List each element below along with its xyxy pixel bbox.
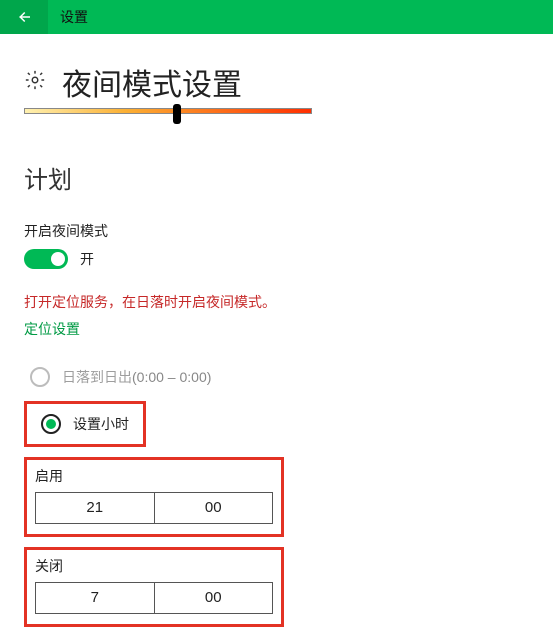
radio-sunset[interactable] bbox=[30, 367, 50, 387]
location-settings-link[interactable]: 定位设置 bbox=[24, 319, 80, 339]
page-title: 夜间模式设置 bbox=[62, 60, 242, 104]
arrow-left-icon bbox=[15, 8, 33, 26]
toggle-knob bbox=[51, 252, 65, 266]
time-off-minute[interactable]: 00 bbox=[155, 582, 274, 614]
toggle-state-label: 开 bbox=[80, 249, 94, 269]
radio-manual[interactable] bbox=[41, 414, 61, 434]
time-off-block: 关闭 7 00 bbox=[24, 547, 284, 627]
enable-night-mode-label: 开启夜间模式 bbox=[24, 221, 529, 241]
time-off-hour[interactable]: 7 bbox=[35, 582, 155, 614]
location-warning-text: 打开定位服务，在日落时开启夜间模式。 bbox=[24, 293, 529, 313]
radio-sunset-label: 日落到日出(0:00 – 0:00) bbox=[62, 367, 211, 387]
time-on-minute[interactable]: 00 bbox=[155, 492, 274, 524]
back-button[interactable] bbox=[0, 0, 48, 34]
radio-manual-row[interactable]: 设置小时 bbox=[35, 410, 135, 438]
app-header: 设置 bbox=[0, 0, 553, 34]
time-on-block: 启用 21 00 bbox=[24, 457, 284, 537]
section-schedule-title: 计划 bbox=[24, 160, 529, 195]
time-off-label: 关闭 bbox=[35, 556, 273, 576]
intensity-slider[interactable] bbox=[24, 108, 312, 114]
night-mode-toggle[interactable] bbox=[24, 249, 68, 269]
radio-inner-dot bbox=[46, 419, 56, 429]
radio-sunset-row[interactable]: 日落到日出(0:00 – 0:00) bbox=[24, 363, 529, 391]
radio-manual-label: 设置小时 bbox=[73, 414, 129, 434]
gear-icon bbox=[24, 69, 46, 96]
header-title: 设置 bbox=[60, 7, 88, 27]
time-on-hour[interactable]: 21 bbox=[35, 492, 155, 524]
time-on-label: 启用 bbox=[35, 466, 273, 486]
slider-thumb[interactable] bbox=[173, 104, 181, 124]
